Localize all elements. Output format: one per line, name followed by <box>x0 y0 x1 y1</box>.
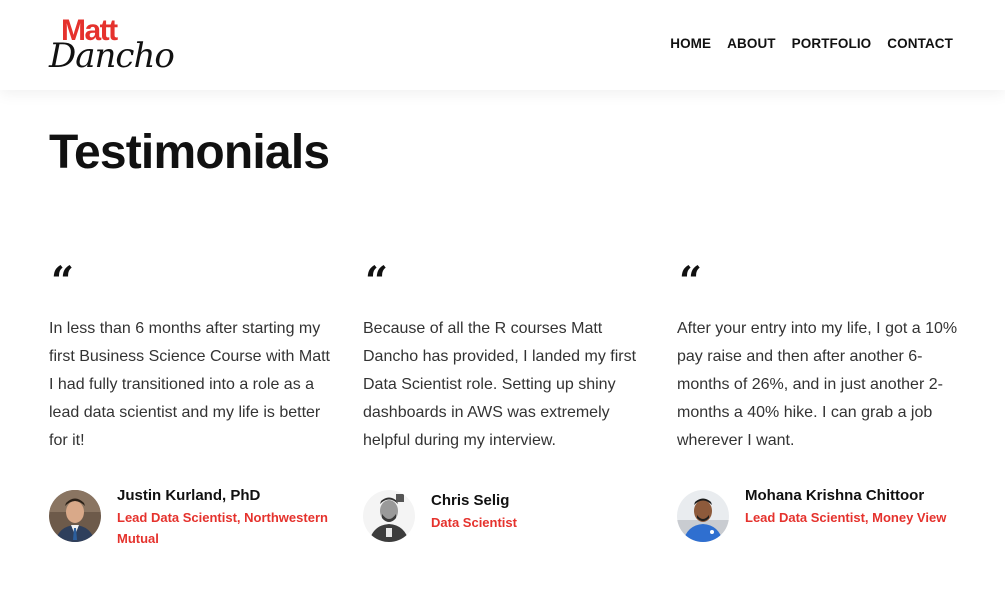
nav-about[interactable]: ABOUT <box>727 36 776 51</box>
avatar <box>49 490 101 542</box>
author-role: Lead Data Scientist, Money View <box>745 510 947 525</box>
testimonial-card: “ After your entry into my life, I got a… <box>677 262 959 562</box>
nav-home[interactable]: HOME <box>670 36 711 51</box>
author-name: Justin Kurland, PhD <box>117 487 261 504</box>
main-nav: HOME ABOUT PORTFOLIO CONTACT <box>670 36 953 51</box>
author-role: Lead Data Scientist, Northwestern Mutual <box>117 510 328 546</box>
testimonial-card: “ Because of all the R courses Matt Danc… <box>363 262 645 562</box>
avatar <box>677 490 729 542</box>
quote-icon: “ <box>365 258 389 305</box>
testimonials-section: “ In less than 6 months after starting m… <box>49 262 957 562</box>
author-role: Data Scientist <box>431 515 517 530</box>
testimonial-text: After your entry into my life, I got a 1… <box>677 320 958 449</box>
avatar <box>363 490 415 542</box>
person-avatar-icon <box>49 490 101 542</box>
testimonial-author: Chris Selig Data Scientist <box>363 486 653 546</box>
logo-bottom-text: Dancho <box>49 36 175 76</box>
testimonial-card: “ In less than 6 months after starting m… <box>49 262 331 562</box>
page-title: Testimonials <box>49 126 330 179</box>
testimonial-author: Justin Kurland, PhD Lead Data Scientist,… <box>49 486 339 546</box>
author-name: Mohana Krishna Chittoor <box>745 487 925 504</box>
testimonial-text: Because of all the R courses Matt Dancho… <box>363 320 637 449</box>
testimonial-text: In less than 6 months after starting my … <box>49 320 330 449</box>
testimonial-author: Mohana Krishna Chittoor Lead Data Scient… <box>677 486 967 546</box>
quote-icon: “ <box>679 258 703 305</box>
quote-icon: “ <box>51 258 75 305</box>
nav-contact[interactable]: CONTACT <box>887 36 953 51</box>
site-logo[interactable]: Matt Dancho <box>49 16 175 75</box>
person-avatar-icon <box>677 490 729 542</box>
person-avatar-icon <box>363 490 415 542</box>
nav-portfolio[interactable]: PORTFOLIO <box>792 36 872 51</box>
author-name: Chris Selig <box>431 492 510 509</box>
site-header: Matt Dancho HOME ABOUT PORTFOLIO CONTACT <box>0 0 1005 90</box>
